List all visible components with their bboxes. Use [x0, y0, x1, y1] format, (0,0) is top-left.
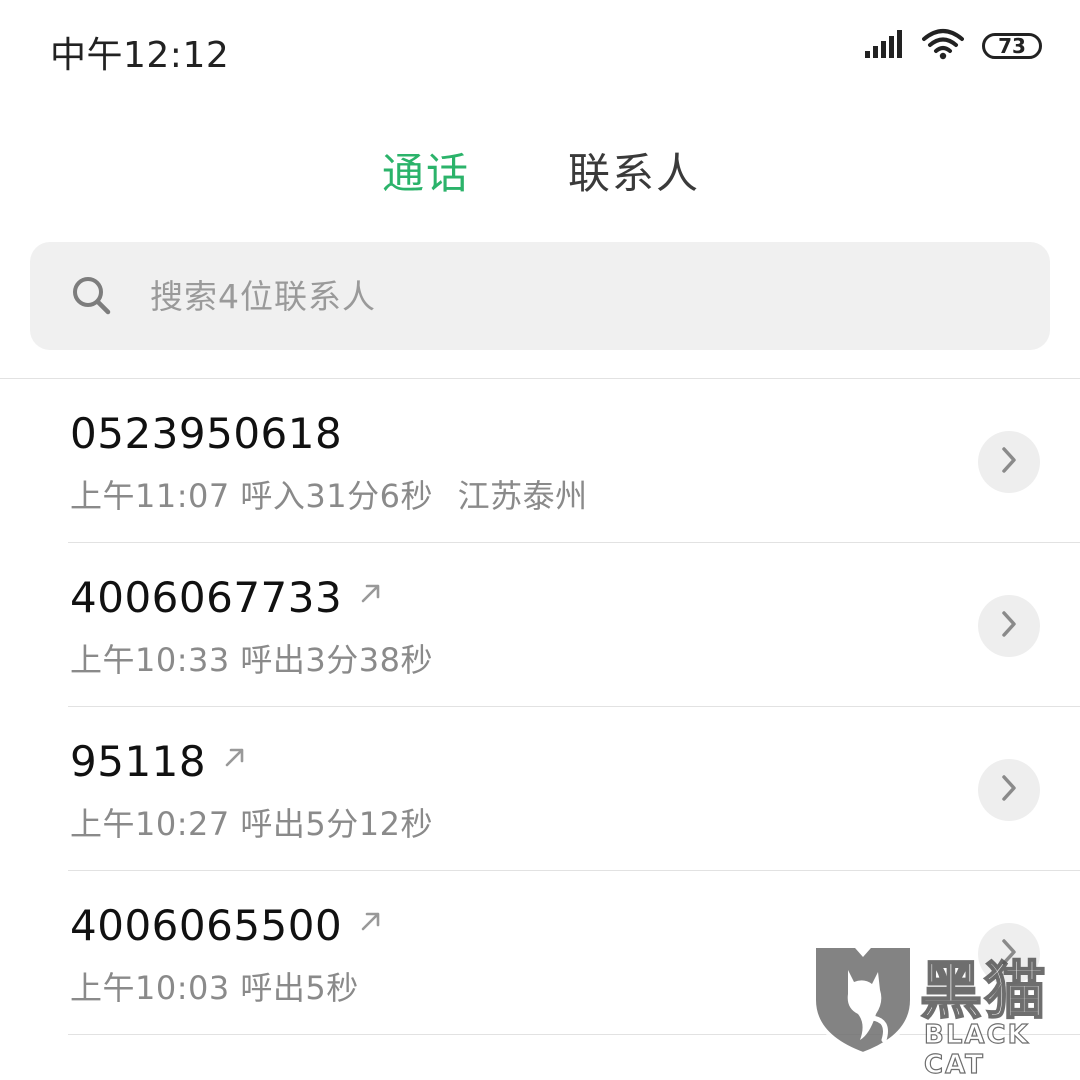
call-detail: 上午10:03 呼出5秒	[70, 963, 359, 1009]
call-direction-duration: 呼入31分6秒	[240, 477, 433, 515]
call-number: 4006067733	[70, 573, 343, 622]
call-log-row[interactable]: 0523950618 上午11:07 呼入31分6秒 江苏泰州	[0, 379, 1080, 543]
signal-icon	[864, 29, 904, 63]
call-log-list: 0523950618 上午11:07 呼入31分6秒 江苏泰州 40060677…	[0, 379, 1080, 1035]
call-time: 上午10:27	[70, 805, 230, 843]
call-number-line: 4006065500	[70, 905, 384, 947]
wifi-icon	[922, 28, 964, 64]
status-time: 中午12:12	[50, 35, 230, 76]
status-icons: 73	[864, 28, 1042, 64]
call-number-line: 0523950618	[70, 413, 342, 455]
call-details-button[interactable]	[978, 923, 1040, 985]
call-location: 江苏泰州	[457, 477, 588, 515]
call-details-button[interactable]	[978, 759, 1040, 821]
call-log-row[interactable]: 95118 上午10:27 呼出5分12秒	[0, 707, 1080, 871]
status-bar: 中午12:12 73	[0, 0, 1080, 96]
call-time: 上午10:03	[70, 969, 230, 1007]
call-log-row[interactable]: 4006067733 上午10:33 呼出3分38秒	[0, 543, 1080, 707]
call-number: 0523950618	[70, 409, 343, 458]
call-log-row[interactable]: 4006065500 上午10:03 呼出5秒	[0, 871, 1080, 1035]
chevron-right-icon	[998, 937, 1020, 971]
call-time: 上午10:33	[70, 641, 230, 679]
call-number-line: 4006067733	[70, 577, 384, 619]
tab-bar: 通话 联系人	[0, 140, 1080, 200]
outgoing-call-icon	[358, 580, 384, 606]
search-input[interactable]	[150, 270, 1010, 322]
call-details-button[interactable]	[978, 431, 1040, 493]
chevron-right-icon	[998, 773, 1020, 807]
search-icon	[68, 272, 116, 320]
battery-level: 73	[998, 34, 1026, 58]
call-number: 95118	[70, 737, 207, 786]
chevron-right-icon	[998, 445, 1020, 479]
call-direction-duration: 呼出5秒	[240, 969, 359, 1007]
call-direction-duration: 呼出3分38秒	[240, 641, 433, 679]
call-detail: 上午10:27 呼出5分12秒	[70, 799, 433, 845]
battery-icon: 73	[982, 33, 1042, 59]
tab-contacts[interactable]: 联系人	[568, 140, 700, 201]
call-number: 4006065500	[70, 901, 343, 950]
call-number-line: 95118	[70, 741, 248, 783]
outgoing-call-icon	[222, 744, 248, 770]
call-direction-duration: 呼出5分12秒	[240, 805, 433, 843]
outgoing-call-icon	[358, 908, 384, 934]
call-time: 上午11:07	[70, 477, 230, 515]
row-divider	[68, 1034, 1080, 1035]
call-details-button[interactable]	[978, 595, 1040, 657]
chevron-right-icon	[998, 609, 1020, 643]
call-detail: 上午10:33 呼出3分38秒	[70, 635, 433, 681]
call-detail: 上午11:07 呼入31分6秒 江苏泰州	[70, 471, 588, 517]
tab-calls[interactable]: 通话	[382, 140, 470, 201]
